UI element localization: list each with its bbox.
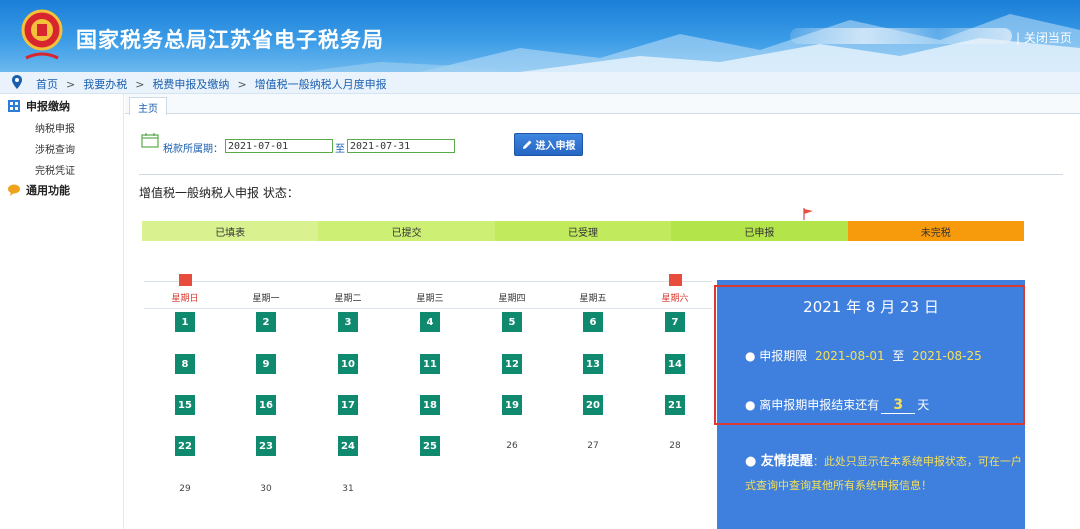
step-filled: 已填表 [142, 221, 319, 241]
calendar-day[interactable]: 16 [256, 395, 276, 415]
pencil-icon [522, 140, 531, 149]
calendar-day[interactable]: 4 [420, 312, 440, 332]
calendar-day: 29 [179, 484, 191, 494]
main-content: 主页 税款所属期： 至 进入申报 增值税一般纳税人申报 状态： 已填表 已提交 … [125, 94, 1080, 529]
highlight-outline [714, 285, 1025, 425]
weekday-label: 星期六 [661, 294, 689, 304]
weekday-label: 星期一 [252, 294, 280, 304]
period-end-input[interactable] [347, 139, 455, 153]
breadcrumb-my-tax[interactable]: 我要办税 [83, 78, 127, 91]
blurred-user-info [790, 28, 1012, 44]
calendar-day[interactable]: 2 [256, 312, 276, 332]
location-pin-icon [12, 75, 22, 89]
breadcrumb: 首页 > 我要办税 > 税费申报及缴纳 > 增值税一般纳税人月度申报 [36, 78, 387, 91]
flag-icon [803, 208, 813, 220]
breadcrumb-declaration[interactable]: 税费申报及缴纳 [152, 78, 229, 91]
tab-strip: 主页 [125, 94, 1080, 115]
section-divider [139, 174, 1063, 175]
calendar-day[interactable]: 19 [502, 395, 522, 415]
sidebar-item-tax-declare[interactable]: 纳税申报 [35, 120, 75, 135]
calendar-day[interactable]: 17 [338, 395, 358, 415]
calendar-day[interactable]: 18 [420, 395, 440, 415]
calendar-day[interactable]: 10 [338, 354, 358, 374]
weekday-label: 星期三 [416, 294, 444, 304]
weekday-label: 星期四 [498, 294, 526, 304]
calendar-top-line [144, 281, 712, 282]
calendar-icon [141, 133, 159, 148]
calendar-marker-saturday [669, 274, 682, 286]
calendar-day[interactable]: 24 [338, 436, 358, 456]
calendar-day[interactable]: 5 [502, 312, 522, 332]
site-header: 国家税务总局江苏省电子税务局 | 关闭当页 [0, 0, 1080, 72]
calendar-day[interactable]: 7 [665, 312, 685, 332]
calendar-day[interactable]: 1 [175, 312, 195, 332]
sidebar-group-declare[interactable]: 申报缴纳 [8, 98, 70, 114]
breadcrumb-bar: 首页 > 我要办税 > 税费申报及缴纳 > 增值税一般纳税人月度申报 [0, 72, 1080, 94]
site-title: 国家税务总局江苏省电子税务局 [76, 28, 384, 52]
enter-declaration-button[interactable]: 进入申报 [514, 133, 583, 156]
step-declared: 已申报 [671, 221, 848, 241]
period-label: 税款所属期： [163, 144, 223, 155]
chat-bubble-icon [8, 184, 20, 196]
calendar-marker-sunday [179, 274, 192, 286]
step-unpaid: 未完税 [847, 221, 1024, 241]
calendar-day[interactable]: 3 [338, 312, 358, 332]
breadcrumb-home[interactable]: 首页 [36, 78, 58, 91]
step-accepted: 已受理 [494, 221, 672, 241]
calendar-day: 28 [669, 441, 681, 451]
sidebar-item-tax-certificate[interactable]: 完税凭证 [35, 162, 75, 177]
calendar-day: 30 [260, 484, 272, 494]
calendar-day[interactable]: 23 [256, 436, 276, 456]
calendar-day[interactable]: 9 [256, 354, 276, 374]
status-title: 增值税一般纳税人申报 状态： [139, 186, 299, 200]
status-steps: 已填表 已提交 已受理 已申报 未完税 [142, 221, 1024, 241]
calendar-day[interactable]: 22 [175, 436, 195, 456]
calendar-day[interactable]: 14 [665, 354, 685, 374]
grid-icon [8, 100, 20, 112]
calendar-day[interactable]: 15 [175, 395, 195, 415]
calendar-day[interactable]: 8 [175, 354, 195, 374]
period-to-label: 至 [335, 144, 345, 155]
breadcrumb-current[interactable]: 增值税一般纳税人月度申报 [255, 78, 387, 91]
step-submitted: 已提交 [318, 221, 495, 241]
calendar-day[interactable]: 12 [502, 354, 522, 374]
calendar-day[interactable]: 20 [583, 395, 603, 415]
calendar-day: 26 [506, 441, 518, 451]
calendar-day[interactable]: 25 [420, 436, 440, 456]
calendar-day[interactable]: 21 [665, 395, 685, 415]
sidebar-item-tax-query[interactable]: 涉税查询 [35, 141, 75, 156]
friendly-reminder: ● 友情提醒：此处只显示在本系统申报状态，可在一户式查询中查询其他所有系统申报信… [745, 454, 1022, 492]
calendar-day[interactable]: 6 [583, 312, 603, 332]
tab-home[interactable]: 主页 [129, 97, 167, 115]
calendar-day[interactable]: 11 [420, 354, 440, 374]
sidebar: 申报缴纳 纳税申报 涉税查询 完税凭证 通用功能 [0, 94, 124, 529]
sidebar-group-common[interactable]: 通用功能 [8, 182, 70, 198]
calendar-day: 31 [342, 484, 354, 494]
weekday-label: 星期二 [334, 294, 362, 304]
calendar-day[interactable]: 13 [583, 354, 603, 374]
period-start-input[interactable] [225, 139, 333, 153]
tax-emblem-icon [21, 9, 63, 60]
weekday-label: 星期五 [579, 294, 607, 304]
close-page-link[interactable]: | 关闭当页 [1016, 29, 1072, 46]
weekday-label: 星期日 [171, 294, 199, 304]
calendar-day: 27 [587, 441, 599, 451]
calendar-bottom-line [144, 308, 712, 309]
